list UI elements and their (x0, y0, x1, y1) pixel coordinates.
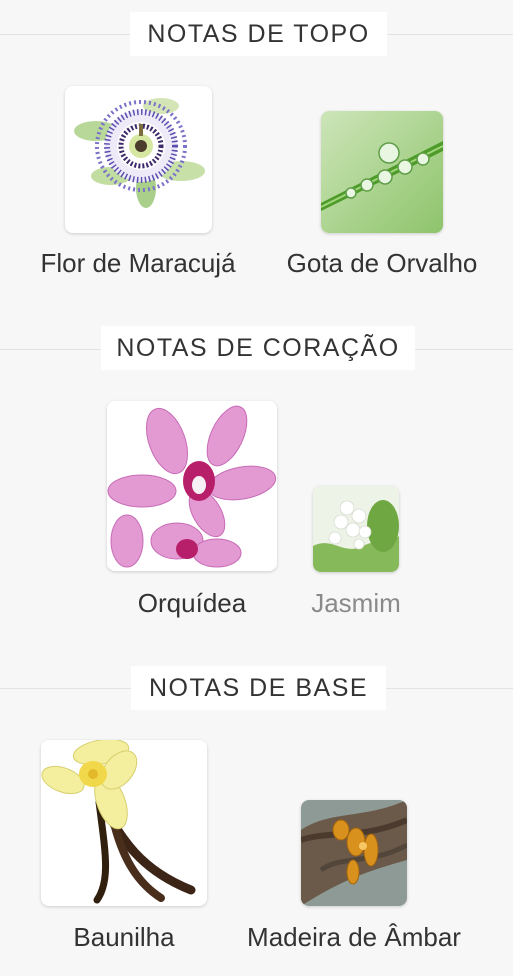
vanilla-label: Baunilha (73, 922, 175, 952)
orchid-image (107, 401, 277, 571)
top-notes-title: NOTAS DE TOPO (130, 12, 387, 56)
jasmine-thumbnail[interactable] (313, 486, 399, 572)
amber-wood-thumbnail[interactable] (301, 800, 407, 906)
heart-notes-title: NOTAS DE CORAÇÃO (101, 326, 415, 370)
passion-flower-label: Flor de Maracujá (40, 248, 236, 278)
amber-wood-label: Madeira de Âmbar (247, 922, 461, 952)
jasmine-label: Jasmim (311, 588, 401, 618)
passion-flower-image (65, 86, 212, 233)
dew-drop-image (321, 111, 443, 233)
amber-wood-image (301, 800, 407, 906)
vanilla-image (41, 740, 207, 906)
orchid-thumbnail[interactable] (107, 401, 277, 571)
base-notes-title: NOTAS DE BASE (131, 666, 386, 710)
passion-flower-thumbnail[interactable] (65, 86, 212, 233)
dew-drop-label: Gota de Orvalho (286, 248, 478, 278)
orchid-label: Orquídea (137, 588, 247, 618)
vanilla-thumbnail[interactable] (41, 740, 207, 906)
dew-drop-thumbnail[interactable] (321, 111, 443, 233)
jasmine-image (313, 486, 399, 572)
